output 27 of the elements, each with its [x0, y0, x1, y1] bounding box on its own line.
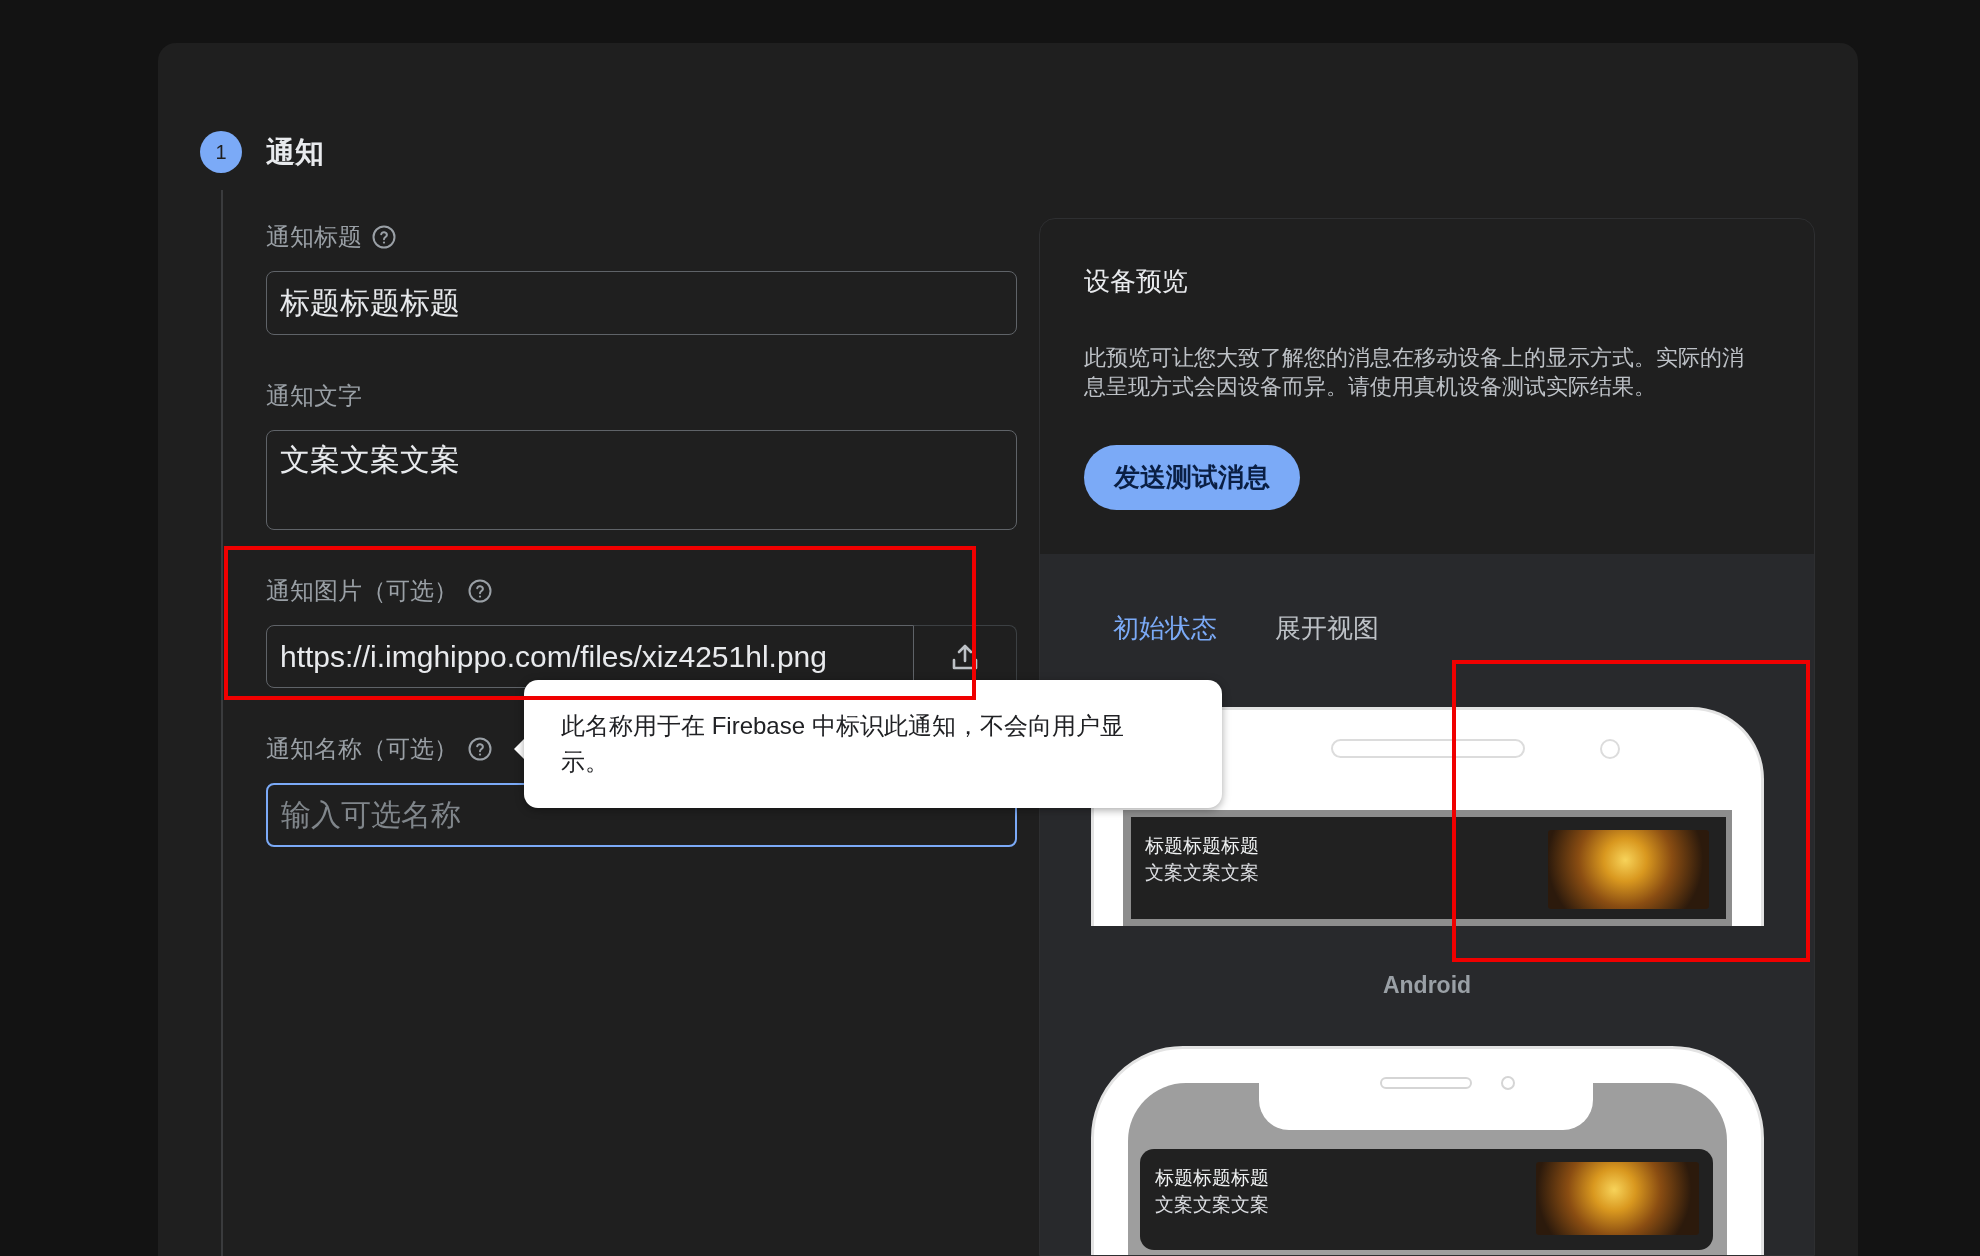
notification-text: 文案文案文案: [1154, 1193, 1269, 1217]
tab[interactable]: 初始状态: [1084, 598, 1246, 658]
help-icon[interactable]: [372, 225, 396, 249]
field-label: 通知标题: [266, 222, 362, 252]
step-number: 1: [200, 131, 242, 173]
preview-description: 此预览可让您大致了解您的消息在移动设备上的显示方式。实际的消息呈现方式会因设备而异。请使用真机设备测试实际结果。: [1084, 344, 1745, 401]
upload-icon: [951, 642, 979, 671]
tooltip: 此名称用于在 Firebase 中标识此通知，不会向用户显示。: [524, 680, 1222, 808]
section-title: 通知: [266, 135, 324, 170]
notification-title: 标题标题标题: [1154, 1166, 1269, 1190]
field-label: 通知图片（可选）: [266, 576, 458, 606]
notification-text: 文案文案文案: [1144, 861, 1259, 885]
field-label: 通知文字: [266, 381, 362, 411]
tab[interactable]: 展开视图: [1246, 598, 1408, 658]
device-label: Android: [1381, 971, 1473, 1000]
preview-title: 设备预览: [1084, 265, 1189, 298]
notification-title: 标题标题标题: [1144, 834, 1259, 858]
speaker-icon: [1330, 739, 1525, 758]
text-area[interactable]: 文案文案文案: [266, 430, 1017, 530]
text-input[interactable]: 标题标题标题: [266, 271, 1017, 335]
speaker-icon: [1379, 1077, 1472, 1089]
help-icon[interactable]: [468, 737, 492, 761]
camera-icon: [1599, 739, 1620, 759]
send-test-button[interactable]: 发送测试消息: [1084, 445, 1300, 510]
help-icon[interactable]: [468, 579, 492, 603]
camera-icon: [1500, 1076, 1515, 1090]
field-label: 通知名称（可选）: [266, 734, 458, 764]
